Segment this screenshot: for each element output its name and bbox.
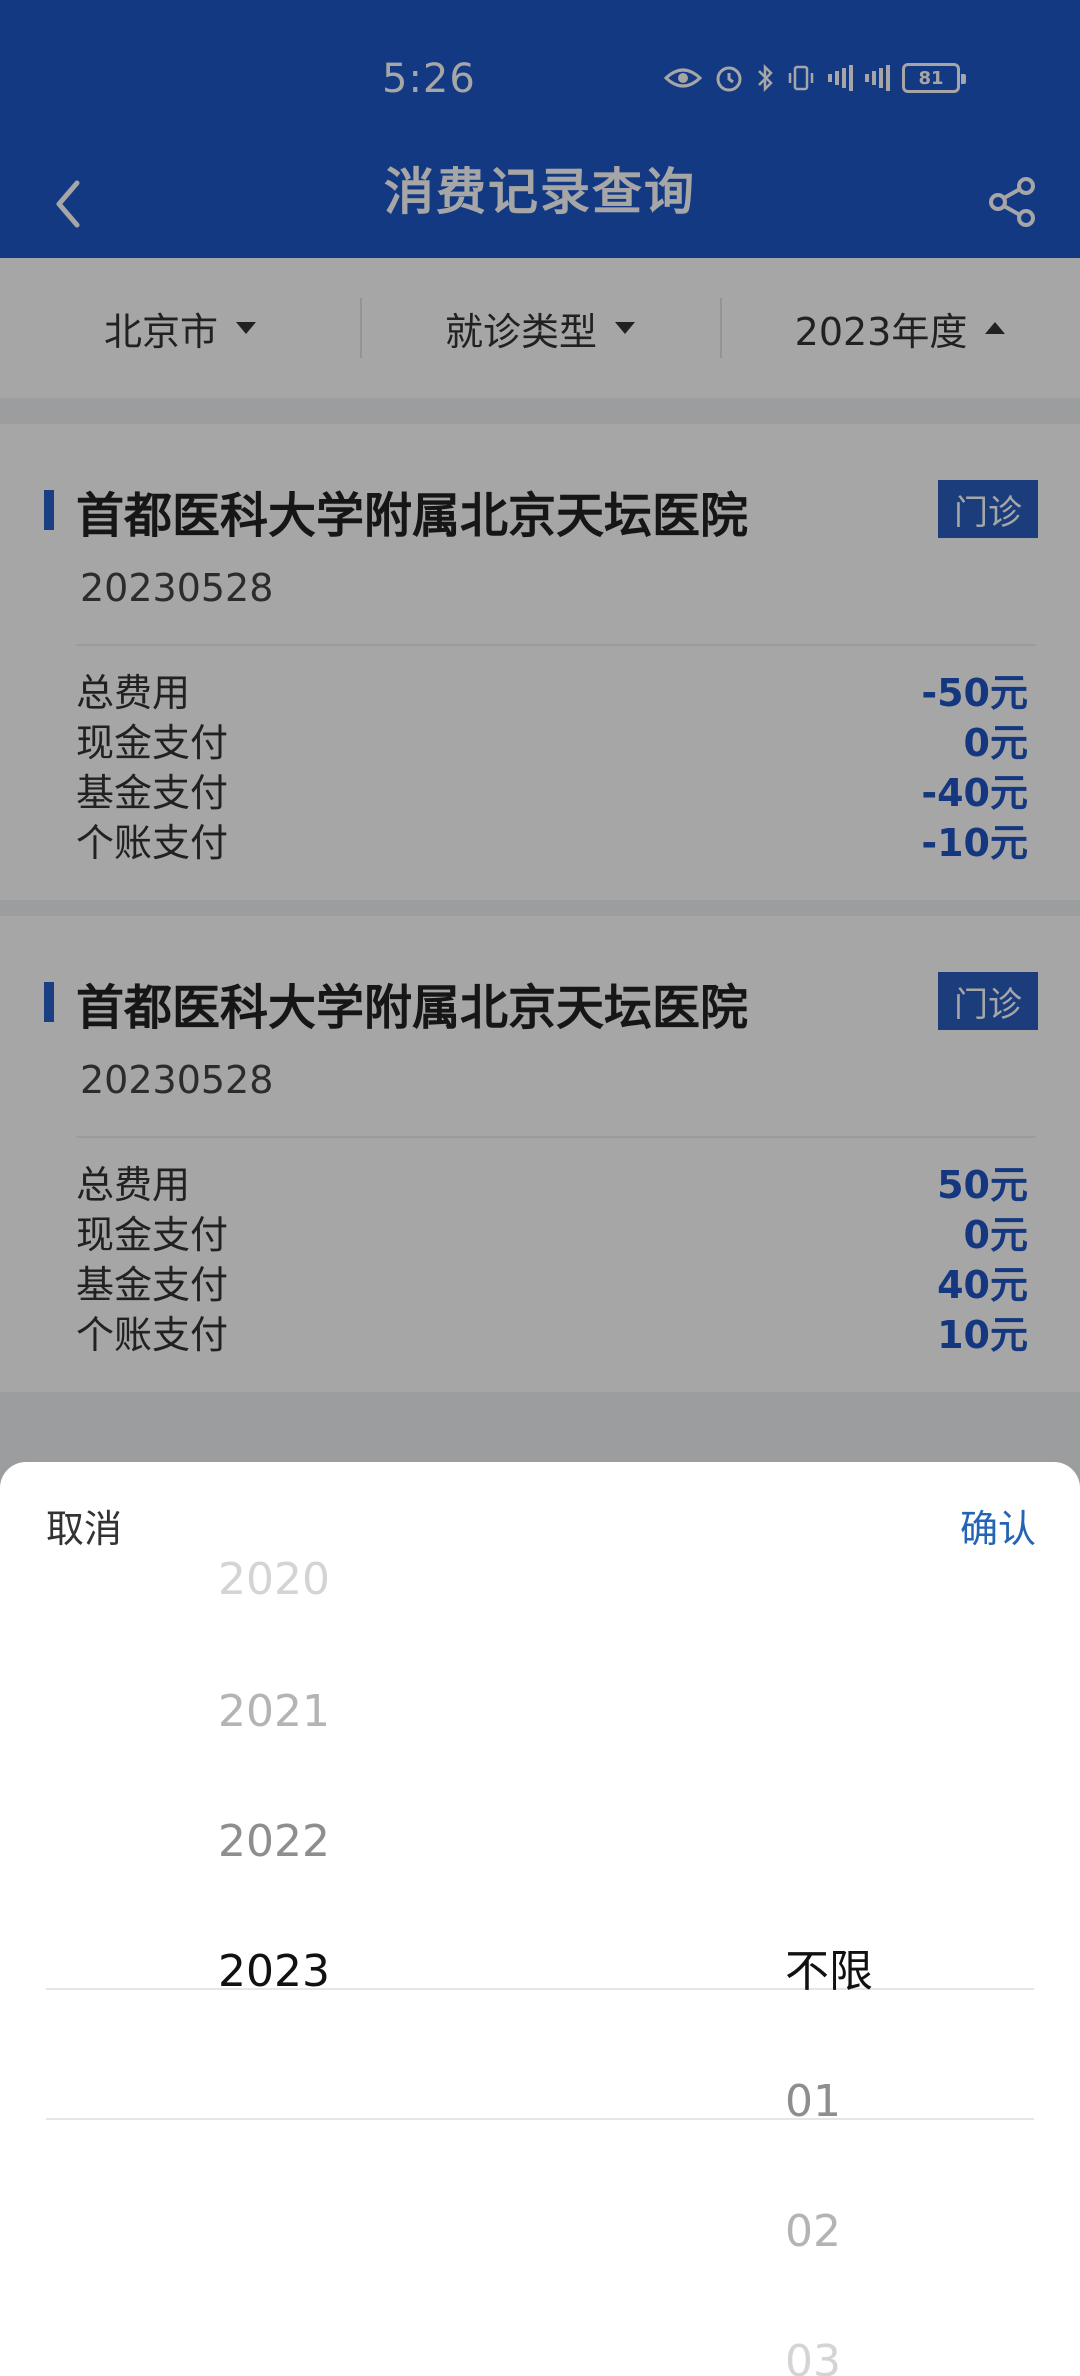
year-option-selected[interactable]: 2023 xyxy=(0,1942,540,2002)
month-option-selected[interactable]: 不限 xyxy=(540,1942,1080,2002)
month-wheel[interactable]: 不限 01 02 03 xyxy=(540,1572,1080,2376)
year-option[interactable]: 2022 xyxy=(0,1812,540,1872)
month-option[interactable]: 02 xyxy=(540,2202,1080,2262)
month-option[interactable]: 01 xyxy=(540,2072,1080,2132)
year-option[interactable]: 2020 xyxy=(0,1550,540,1610)
picker-wheels: 2020 2021 2022 2023 不限 01 02 03 xyxy=(0,1554,1080,2376)
year-wheel[interactable]: 2020 2021 2022 2023 xyxy=(0,1554,540,2376)
confirm-button[interactable]: 确认 xyxy=(960,1498,1036,1553)
year-option[interactable]: 2021 xyxy=(0,1682,540,1742)
month-option[interactable]: 03 xyxy=(540,2332,1080,2376)
date-picker-sheet: 取消 确认 2020 2021 2022 2023 不限 01 02 03 xyxy=(0,1462,1080,2376)
cancel-button[interactable]: 取消 xyxy=(46,1498,122,1553)
